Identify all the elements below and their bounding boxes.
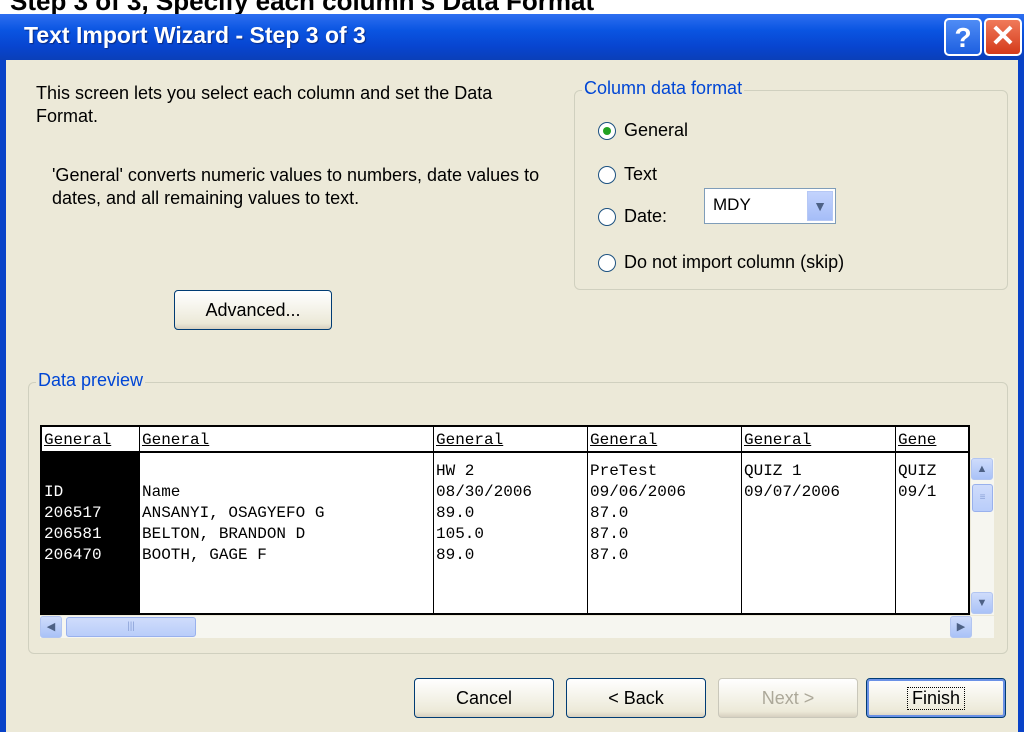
preview-column[interactable]: Gene QUIZ 09/1 — [896, 427, 968, 613]
preview-cell: BELTON, BRANDON D — [142, 525, 306, 543]
preview-cell: 09/06/2006 — [590, 483, 687, 501]
preview-cell: 87.0 — [590, 525, 629, 543]
preview-cell: 89.0 — [436, 504, 475, 522]
preview-cell — [896, 524, 968, 545]
preview-cell: QUIZ — [898, 462, 937, 480]
radio-skip-indicator[interactable] — [598, 253, 616, 272]
chevron-down-icon[interactable]: ▼ — [807, 191, 833, 221]
preview-cell: 08/30/2006 — [436, 483, 533, 501]
cancel-button-label: Cancel — [455, 687, 513, 708]
preview-cell — [742, 503, 895, 524]
next-button[interactable]: Next > — [718, 678, 858, 718]
scroll-left-icon[interactable]: ◀ — [40, 616, 62, 638]
preview-cell — [896, 545, 968, 566]
preview-cell: 105.0 — [436, 525, 485, 543]
radio-date[interactable]: Date: — [598, 206, 667, 227]
cancel-button[interactable]: Cancel — [414, 678, 554, 718]
preview-cell — [742, 524, 895, 545]
column-format-legend: Column data format — [582, 78, 745, 99]
preview-column[interactable]: General PreTest 09/06/2006 87.0 87.0 87.0 — [588, 427, 742, 613]
advanced-button[interactable]: Advanced... — [174, 290, 332, 330]
preview-cell: 09/1 — [898, 483, 937, 501]
back-button-label: < Back — [608, 687, 664, 708]
preview-cell: 89.0 — [436, 546, 475, 564]
preview-cell: BOOTH, GAGE F — [142, 546, 267, 564]
preview-cell — [42, 461, 139, 482]
back-button[interactable]: < Back — [566, 678, 706, 718]
preview-cell: 87.0 — [590, 504, 629, 522]
column-header[interactable]: General — [42, 427, 140, 453]
radio-general-indicator[interactable] — [598, 121, 616, 140]
date-format-value: MDY — [713, 195, 751, 214]
preview-cell: Name — [142, 483, 181, 501]
close-button[interactable]: ✕ — [984, 18, 1022, 56]
next-button-label: Next > — [761, 687, 815, 708]
preview-cell: 206470 — [44, 546, 102, 564]
radio-date-indicator[interactable] — [598, 207, 616, 226]
preview-vertical-scrollbar[interactable]: ▲ ≡ ▼ — [971, 458, 994, 615]
finish-button-label: Finish — [906, 686, 965, 710]
preview-horizontal-scrollbar[interactable]: ◀ ||| ▶ — [40, 616, 994, 638]
text-import-wizard-window: Text Import Wizard - Step 3 of 3 ? ✕ Thi… — [0, 14, 1024, 732]
preview-cell: ANSANYI, OSAGYEFO G — [142, 504, 325, 522]
scroll-up-icon[interactable]: ▲ — [971, 458, 993, 480]
preview-cell: 206517 — [44, 504, 102, 522]
advanced-button-label: Advanced... — [205, 299, 301, 320]
data-preview-grid[interactable]: General ID 206517 206581 206470 General Name AN… — [40, 425, 970, 615]
help-button[interactable]: ? — [944, 18, 982, 56]
radio-general[interactable]: General — [598, 120, 688, 141]
column-header[interactable]: Gene — [896, 427, 968, 453]
preview-column[interactable]: General HW 2 08/30/2006 89.0 105.0 89.0 — [434, 427, 588, 613]
radio-skip-label: Do not import column (skip) — [624, 252, 845, 272]
date-format-select[interactable]: MDY ▼ — [704, 188, 836, 224]
preview-cell: 09/07/2006 — [744, 483, 841, 501]
general-description: 'General' converts numeric values to num… — [52, 165, 540, 208]
radio-text[interactable]: Text — [598, 164, 657, 185]
column-header[interactable]: General — [140, 427, 434, 453]
scroll-right-icon[interactable]: ▶ — [950, 616, 972, 638]
preview-cell: 206581 — [44, 525, 102, 543]
column-header[interactable]: General — [588, 427, 742, 453]
window-title: Text Import Wizard - Step 3 of 3 — [24, 22, 366, 48]
page-caption-strip: Step 3 of 3, Specify each column's Data … — [0, 0, 1024, 14]
preview-cell — [896, 503, 968, 524]
page-caption: Step 3 of 3, Specify each column's Data … — [10, 0, 594, 14]
preview-column[interactable]: General QUIZ 1 09/07/2006 — [742, 427, 896, 613]
preview-cell: ID — [44, 483, 64, 501]
horizontal-scroll-thumb[interactable]: ||| — [66, 617, 196, 637]
preview-cell — [140, 461, 433, 482]
vertical-scroll-thumb[interactable]: ≡ — [972, 484, 993, 512]
preview-cell: QUIZ 1 — [744, 462, 802, 480]
dialog-body: This screen lets you select each column … — [6, 60, 1018, 732]
preview-column[interactable]: General Name ANSANYI, OSAGYEFO G BELTON, BR… — [140, 427, 434, 613]
preview-cell: 87.0 — [590, 546, 629, 564]
scroll-down-icon[interactable]: ▼ — [971, 592, 993, 614]
radio-skip[interactable]: Do not import column (skip) — [598, 252, 844, 273]
data-preview-legend: Data preview — [36, 370, 146, 391]
column-header[interactable]: General — [434, 427, 588, 453]
column-header[interactable]: General — [742, 427, 896, 453]
preview-column[interactable]: General ID 206517 206581 206470 — [42, 427, 140, 613]
radio-date-label: Date: — [624, 206, 668, 226]
title-bar[interactable]: Text Import Wizard - Step 3 of 3 ? ✕ — [0, 14, 1024, 60]
preview-cell — [742, 545, 895, 566]
intro-text: This screen lets you select each column … — [36, 83, 493, 126]
preview-cell: PreTest — [590, 462, 658, 480]
radio-general-label: General — [624, 120, 689, 140]
radio-text-indicator[interactable] — [598, 165, 616, 184]
preview-cell: HW 2 — [436, 462, 475, 480]
radio-text-label: Text — [624, 164, 658, 184]
finish-button[interactable]: Finish — [866, 678, 1006, 718]
